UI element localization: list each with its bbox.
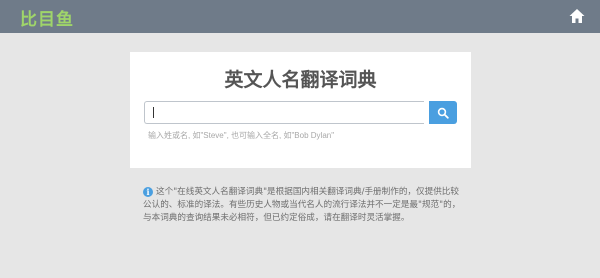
home-button[interactable] <box>568 7 586 25</box>
page-title: 英文人名翻译词典 <box>224 69 377 91</box>
info-icon: i <box>143 187 153 197</box>
text-caret <box>153 107 154 118</box>
notice-text: 这个"在线英文人名翻译词典"是根据国内相关翻译词典/手册制作的，仅提供比较公认的… <box>143 187 461 223</box>
site-logo[interactable]: 比目鱼 <box>20 5 74 30</box>
notice-text-block: i 这个"在线英文人名翻译词典"是根据国内相关翻译词典/手册制作的，仅提供比较公认… <box>143 186 463 225</box>
home-icon <box>569 9 585 23</box>
search-hint: 输入姓或名, 如"Steve", 也可输入全名, 如"Bob Dylan" <box>148 131 335 140</box>
top-navbar: 比目鱼 <box>0 0 600 33</box>
search-button[interactable] <box>429 101 457 124</box>
search-icon <box>437 107 449 119</box>
name-search-input[interactable] <box>144 101 424 124</box>
search-card: 英文人名翻译词典 输入姓或名, 如"Steve", 也可输入全名, 如"Bob … <box>130 52 471 168</box>
